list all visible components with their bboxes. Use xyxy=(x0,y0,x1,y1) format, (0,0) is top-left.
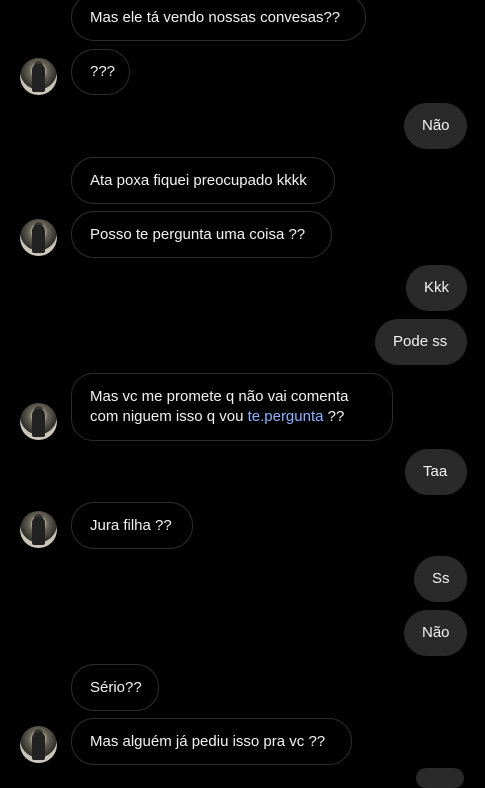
message-text: Pode ss xyxy=(393,333,448,350)
message-text: Ss xyxy=(432,570,450,587)
message-bubble-received[interactable]: Posso te pergunta uma coisa ?? xyxy=(71,211,332,258)
contact-avatar[interactable] xyxy=(20,58,57,95)
message-bubble-received[interactable]: ??? xyxy=(71,49,130,95)
message-bubble-received[interactable]: Ata poxa fiquei preocupado kkkk xyxy=(71,157,335,204)
message-bubble-received[interactable]: Jura filha ?? xyxy=(71,502,193,549)
message-bubble-sent[interactable]: Não xyxy=(404,610,467,656)
message-bubble-sent[interactable]: Taa xyxy=(405,449,467,495)
message-text: Sério?? xyxy=(90,678,142,696)
message-bubble-received[interactable]: Mas vc me promete q não vai comenta com … xyxy=(71,373,393,441)
message-link[interactable]: te.pergunta xyxy=(248,408,324,425)
contact-avatar[interactable] xyxy=(20,511,57,548)
contact-avatar[interactable] xyxy=(20,403,57,440)
contact-avatar[interactable] xyxy=(20,219,57,256)
message-text: Kkk xyxy=(424,279,450,296)
contact-avatar[interactable] xyxy=(20,726,57,763)
message-bubble-sent-partial[interactable] xyxy=(416,768,464,788)
message-text: ??? xyxy=(90,63,116,80)
message-text-line: com niguem isso q vou te.pergunta ?? xyxy=(90,408,345,425)
message-text: Não xyxy=(422,624,450,641)
message-text-line: Mas vc me promete q não vai comenta xyxy=(90,388,349,405)
message-bubble-received[interactable]: Sério?? xyxy=(71,664,159,711)
message-text: Jura filha ?? xyxy=(90,516,172,534)
message-bubble-sent[interactable]: Ss xyxy=(414,556,467,602)
message-text: Não xyxy=(422,117,450,134)
message-bubble-sent[interactable]: Não xyxy=(404,103,467,149)
message-text: Mas alguém já pediu isso pra vc ?? xyxy=(90,732,326,750)
message-bubble-sent[interactable]: Pode ss xyxy=(375,319,467,365)
message-text: Posso te pergunta uma coisa ?? xyxy=(90,225,306,243)
message-text: Ata poxa fiquei preocupado kkkk xyxy=(90,171,307,189)
message-bubble-received[interactable]: Mas alguém já pediu isso pra vc ?? xyxy=(71,718,352,765)
message-text: Mas ele tá vendo nossas convesas?? xyxy=(90,8,341,26)
message-bubble-received[interactable]: Mas ele tá vendo nossas convesas?? xyxy=(71,0,366,41)
message-text: Taa xyxy=(423,463,448,480)
message-bubble-sent[interactable]: Kkk xyxy=(406,265,467,311)
